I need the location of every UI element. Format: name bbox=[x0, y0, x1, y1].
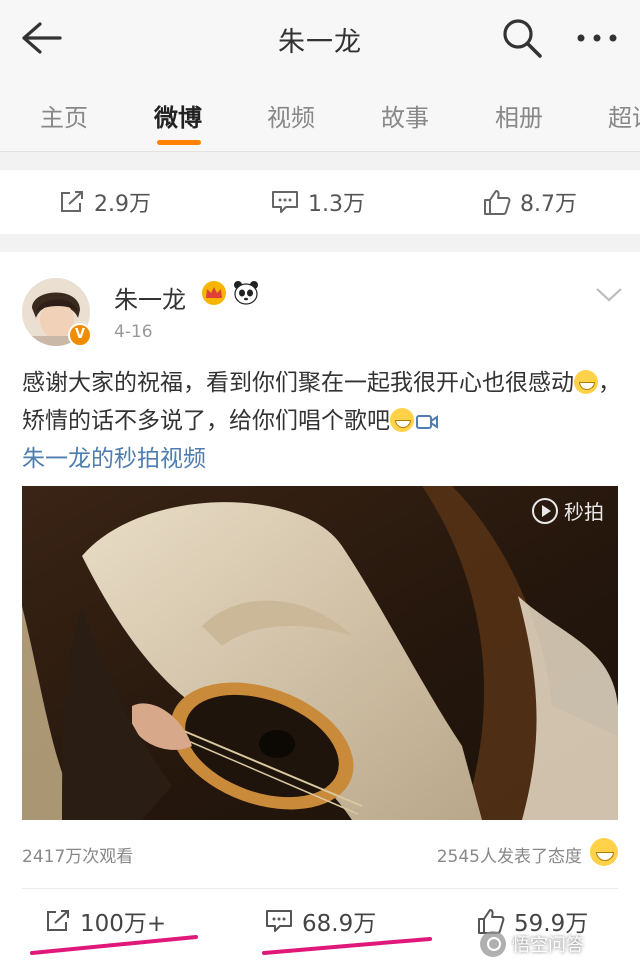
post-date: 4-16 bbox=[114, 322, 153, 342]
view-count: 2417万次观看 bbox=[22, 847, 134, 867]
top-nav-bar: 朱一龙 bbox=[0, 0, 640, 76]
thumbs-up-icon bbox=[484, 190, 511, 215]
repost-icon bbox=[61, 191, 83, 212]
more-dots-icon[interactable] bbox=[572, 18, 622, 58]
previous-post-actions: 2.9万 1.3万 8.7万 bbox=[0, 170, 640, 234]
page-title: 朱一龙 bbox=[278, 27, 362, 58]
profile-tabs: 主页 微博 视频 故事 相册 超话 bbox=[0, 76, 640, 152]
repost-count: 2.9万 bbox=[94, 192, 151, 217]
video-link[interactable]: 朱一龙的秒拍视频 bbox=[22, 446, 206, 472]
footer-logo-text: 悟空问答 bbox=[512, 935, 584, 956]
tab-album[interactable]: 相册 bbox=[495, 98, 543, 133]
tab-stories[interactable]: 故事 bbox=[381, 98, 429, 133]
comment-button[interactable]: 1.3万 bbox=[270, 170, 365, 234]
watermark-text: 秒拍 bbox=[564, 500, 604, 524]
smile-emoji-icon[interactable] bbox=[590, 838, 618, 866]
like-count: 8.7万 bbox=[520, 192, 577, 217]
video-watermark: 秒拍 bbox=[532, 496, 604, 525]
wukong-logo-icon bbox=[480, 931, 506, 957]
laughing-emoji-icon bbox=[574, 370, 598, 394]
tears-of-joy-emoji-icon bbox=[390, 408, 414, 432]
post-card: V 朱一龙 4-16 感谢大家的祝福，看到你们聚在一起我很开心也很感动 ，矫情的话… bbox=[0, 252, 640, 966]
footer-logo: 悟空问答 bbox=[480, 930, 584, 958]
verified-badge: V bbox=[68, 323, 92, 347]
post-text: 感谢大家的祝福，看到你们聚在一起我很开心也很感动 ，矫情的话不多说了，给你们唱个歌… bbox=[22, 364, 622, 478]
tab-supertopic[interactable]: 超话 bbox=[608, 98, 640, 133]
chevron-down-icon[interactable] bbox=[594, 284, 624, 304]
active-tab-indicator bbox=[157, 140, 201, 145]
tab-weibo[interactable]: 微博 bbox=[154, 98, 202, 133]
post-text-part1: 感谢大家的祝福，看到你们聚在一起我很开心也很感动 bbox=[22, 370, 574, 396]
reaction-count[interactable]: 2545人发表了态度 bbox=[437, 842, 582, 867]
search-icon[interactable] bbox=[500, 16, 544, 60]
comment-icon bbox=[272, 191, 298, 213]
tab-video[interactable]: 视频 bbox=[267, 98, 315, 133]
divider bbox=[22, 888, 618, 889]
video-camera-icon bbox=[416, 415, 438, 429]
crown-icon bbox=[202, 281, 226, 305]
comment-count: 1.3万 bbox=[308, 192, 365, 217]
video-frame-image bbox=[22, 486, 618, 820]
post-username[interactable]: 朱一龙 bbox=[114, 280, 186, 315]
video-thumbnail[interactable]: 秒拍 bbox=[22, 486, 618, 820]
tab-home[interactable]: 主页 bbox=[40, 98, 88, 133]
like-button[interactable]: 8.7万 bbox=[482, 170, 577, 234]
panda-icon bbox=[234, 281, 258, 305]
repost-button[interactable]: 2.9万 bbox=[58, 170, 151, 234]
play-circle-icon bbox=[532, 497, 558, 524]
